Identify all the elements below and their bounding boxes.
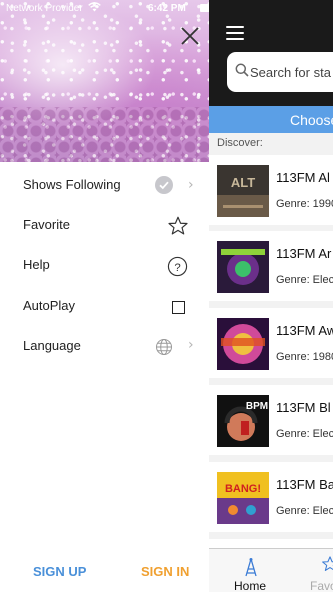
sign-in-button[interactable]: SIGN IN — [141, 564, 189, 579]
globe-icon — [156, 339, 172, 355]
station-name: 113FM Aw — [276, 323, 333, 338]
svg-text:BANG!: BANG! — [225, 483, 261, 495]
menu-label-shows-following: Shows Following — [23, 177, 121, 192]
station-artwork — [217, 241, 269, 293]
menu-label-favorite: Favorite — [23, 217, 70, 232]
autoplay-checkbox[interactable] — [172, 301, 185, 314]
station-list-item[interactable]: 113FM Aw Genre: 1980 — [209, 308, 333, 378]
main-header: Search for sta — [209, 0, 333, 106]
station-name: 113FM Bl — [276, 400, 331, 415]
menu-item-language[interactable]: Language — [0, 327, 209, 367]
crowd-overlay — [0, 107, 209, 162]
menu-label-autoplay: AutoPlay — [23, 298, 76, 313]
menu-label-language: Language — [23, 338, 81, 353]
station-list-item[interactable]: BANG! 113FM Ba Genre: Elec — [209, 462, 333, 532]
station-artwork: ALT — [217, 165, 269, 217]
tab-bar: Home Favo — [209, 548, 333, 592]
status-time: 6:42 PM — [148, 3, 186, 14]
station-artwork — [217, 318, 269, 370]
station-list-item[interactable]: ALT 113FM Al Genre: 1990 — [209, 155, 333, 225]
station-list-item[interactable]: 113FM Ar Genre: Elec — [209, 231, 333, 301]
choose-button[interactable]: Choose — [209, 106, 333, 133]
star-icon — [322, 556, 333, 571]
wifi-icon — [88, 2, 101, 12]
station-genre: Genre: Elec — [276, 428, 333, 440]
station-artwork: BPM — [217, 395, 269, 447]
search-input[interactable]: Search for sta — [227, 52, 333, 92]
search-placeholder: Search for sta — [250, 65, 331, 80]
question-circle-icon: ? — [167, 256, 188, 277]
station-artwork: BANG! — [217, 472, 269, 524]
chevron-right-icon: › — [188, 177, 194, 193]
checkmark-circle-icon — [155, 176, 173, 194]
station-name: 113FM Al — [276, 170, 330, 185]
radio-tower-icon — [245, 558, 257, 577]
chevron-right-icon: › — [188, 337, 194, 353]
side-drawer: Network Provider 6:42 PM Shows Following… — [0, 0, 209, 592]
tab-favorites-label: Favo — [310, 579, 333, 592]
close-icon[interactable] — [178, 24, 202, 48]
svg-text:ALT: ALT — [231, 175, 255, 190]
station-genre: Genre: Elec — [276, 274, 333, 286]
status-carrier: Network Provider — [6, 3, 83, 14]
menu-label-help: Help — [23, 257, 50, 272]
star-outline-icon — [168, 216, 188, 235]
discover-label: Discover: — [217, 137, 263, 149]
tab-home-label: Home — [234, 579, 267, 592]
hamburger-menu-icon[interactable] — [226, 26, 244, 40]
main-content: Search for sta Choose Discover: ALT 113F… — [209, 0, 333, 592]
station-list-item[interactable]: BPM 113FM Bl Genre: Elec — [209, 385, 333, 455]
search-icon — [235, 63, 249, 77]
svg-text:?: ? — [174, 262, 180, 274]
choose-label: Choose — [290, 112, 333, 128]
station-name: 113FM Ba — [276, 477, 333, 492]
battery-icon — [200, 4, 209, 12]
station-genre: Genre: 1980 — [276, 351, 333, 363]
station-genre: Genre: 1990 — [276, 198, 333, 210]
svg-text:BPM: BPM — [246, 401, 268, 412]
sign-up-button[interactable]: SIGN UP — [33, 564, 86, 579]
station-name: 113FM Ar — [276, 246, 332, 261]
menu-item-shows-following[interactable]: Shows Following — [0, 166, 209, 206]
station-genre: Genre: Elec — [276, 505, 333, 517]
